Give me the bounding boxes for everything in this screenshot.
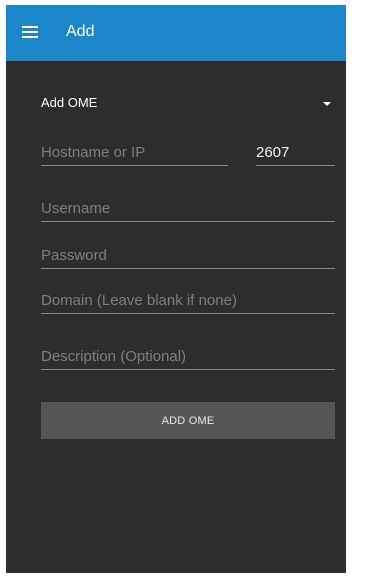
add-ome-selector[interactable]: Add OME bbox=[41, 92, 341, 116]
hamburger-menu-icon[interactable] bbox=[22, 25, 38, 39]
hostname-field bbox=[41, 141, 228, 166]
port-field bbox=[256, 141, 335, 166]
password-field bbox=[41, 244, 335, 269]
add-ome-button[interactable]: ADD OME bbox=[41, 402, 335, 439]
app-screen: Add Add OME ADD OME bbox=[6, 5, 346, 573]
app-bar: Add bbox=[6, 5, 346, 61]
port-input[interactable] bbox=[256, 141, 335, 163]
page-title: Add bbox=[66, 23, 95, 40]
selector-label: Add OME bbox=[41, 95, 98, 110]
domain-input[interactable] bbox=[41, 289, 335, 311]
hostname-input[interactable] bbox=[41, 141, 228, 163]
description-field bbox=[41, 345, 335, 370]
password-input[interactable] bbox=[41, 244, 335, 266]
description-input[interactable] bbox=[41, 345, 335, 367]
username-input[interactable] bbox=[41, 197, 335, 219]
dropdown-arrow-icon bbox=[323, 102, 331, 106]
domain-field bbox=[41, 289, 335, 314]
username-field bbox=[41, 197, 335, 222]
